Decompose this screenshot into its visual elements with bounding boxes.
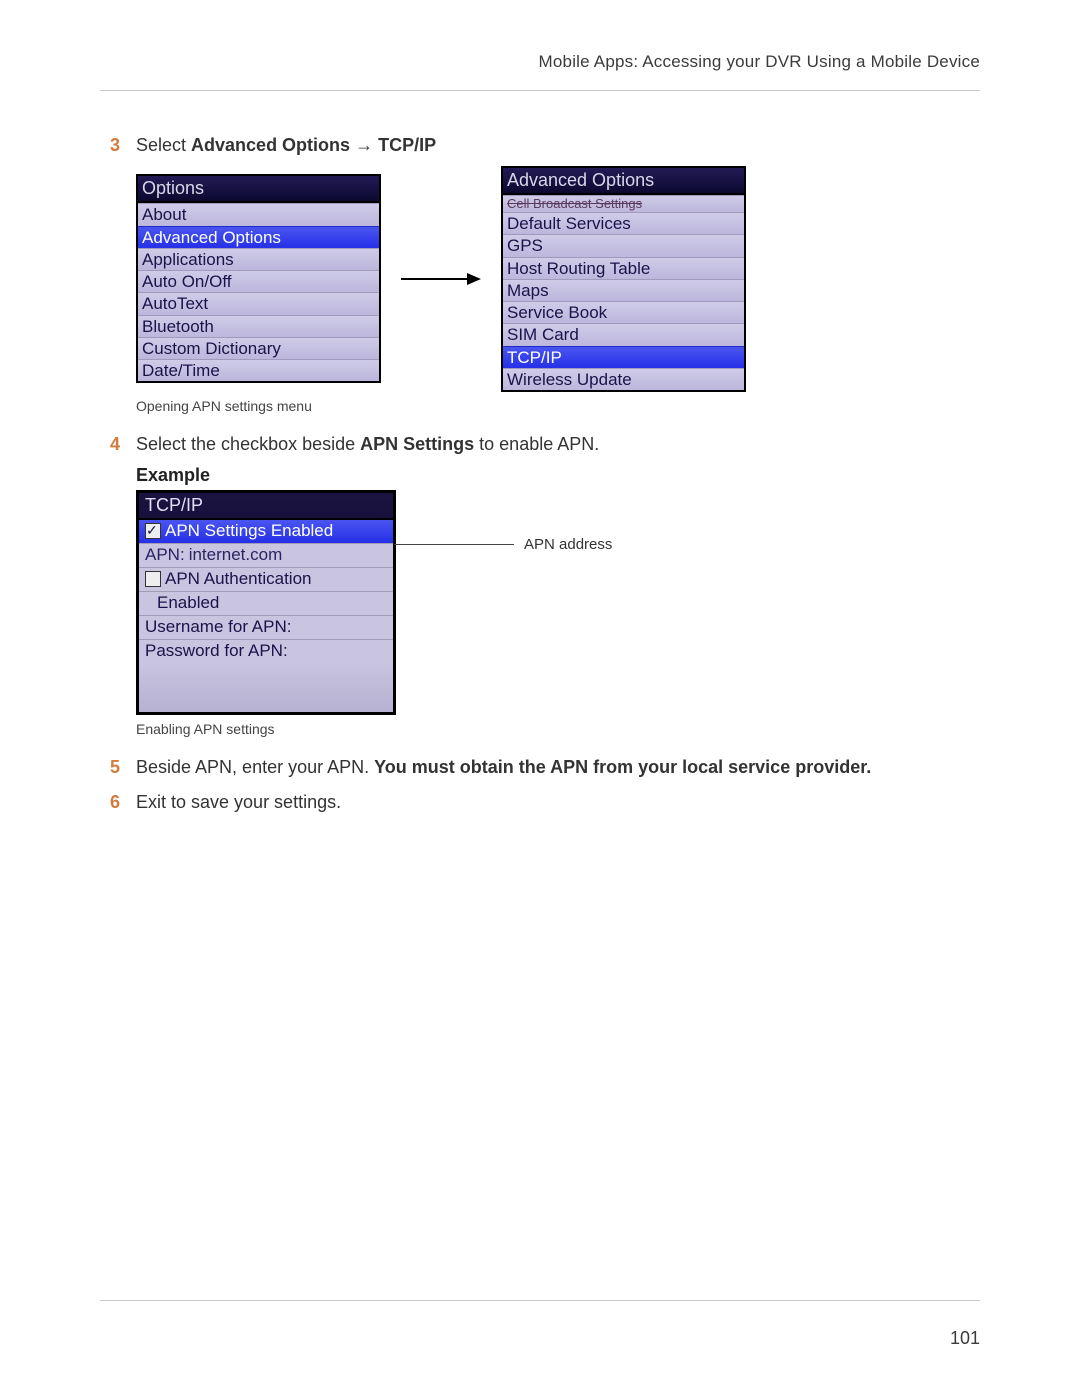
step-4: 4 Select the checkbox beside APN Setting… <box>110 430 980 459</box>
step-4-bold1: APN Settings <box>360 434 474 454</box>
tcpip-title: TCP/IP <box>139 493 393 520</box>
annotation-apn-address: APN address <box>524 536 612 553</box>
adv-item-sim-card: SIM Card <box>503 323 744 345</box>
document-page: Mobile Apps: Accessing your DVR Using a … <box>0 0 1080 1397</box>
step-3: 3 Select Advanced Options → TCP/IP <box>110 131 980 160</box>
step-3-lead: Select <box>136 135 191 155</box>
arrow-icon <box>401 271 481 287</box>
step-6-number: 6 <box>110 788 136 817</box>
adv-item-maps: Maps <box>503 279 744 301</box>
header-rule <box>100 90 980 91</box>
options-title: Options <box>138 176 379 203</box>
page-header-breadcrumb: Mobile Apps: Accessing your DVR Using a … <box>100 52 980 72</box>
adv-item-cell-broadcast: Cell Broadcast Settings <box>503 195 744 212</box>
adv-item-host-routing-table: Host Routing Table <box>503 257 744 279</box>
options-item-custom-dictionary: Custom Dictionary <box>138 337 379 359</box>
options-item-date-time: Date/Time <box>138 359 379 381</box>
advanced-options-title: Advanced Options <box>503 168 744 195</box>
tcpip-apn-auth-label: APN Authentication <box>165 568 311 591</box>
tcpip-empty-area <box>139 662 393 712</box>
tcpip-apn-value: internet.com <box>189 544 283 567</box>
figure-tcpip: TCP/IP APN Settings Enabled APN: interne… <box>136 490 980 738</box>
step-5-text: Beside APN, enter your APN. You must obt… <box>136 753 980 782</box>
options-item-about: About <box>138 203 379 225</box>
options-item-advanced-options: Advanced Options <box>138 226 379 248</box>
phone-screenshot-advanced-options: Advanced Options Cell Broadcast Settings… <box>501 166 746 392</box>
annotation-leader: APN address <box>394 536 612 553</box>
adv-item-tcpip: TCP/IP <box>503 346 744 368</box>
tcpip-password-line: Password for APN: <box>139 639 393 663</box>
adv-item-default-services: Default Services <box>503 212 744 234</box>
page-number: 101 <box>950 1328 980 1349</box>
tcpip-apn-settings-label: APN Settings Enabled <box>165 520 333 543</box>
options-item-autotext: AutoText <box>138 292 379 314</box>
example-heading: Example <box>136 465 980 486</box>
checkbox-checked-icon <box>145 523 161 539</box>
tcpip-apn-line: APN: internet.com <box>139 543 393 567</box>
footer-rule <box>100 1300 980 1301</box>
step-3-bold1: Advanced Options <box>191 135 350 155</box>
checkbox-unchecked-icon <box>145 571 161 587</box>
step-3-bold2: TCP/IP <box>378 135 436 155</box>
adv-item-wireless-update: Wireless Update <box>503 368 744 390</box>
step-4-text: Select the checkbox beside APN Settings … <box>136 430 980 459</box>
step-5-bold1: You must obtain the APN from your local … <box>374 757 871 777</box>
tcpip-apn-label: APN: <box>145 544 185 567</box>
tcpip-apn-auth-line: APN Authentication <box>139 567 393 591</box>
step-4-number: 4 <box>110 430 136 459</box>
adv-item-gps: GPS <box>503 234 744 256</box>
step-3-arrow: → <box>350 135 378 155</box>
phone-screenshot-options: Options About Advanced Options Applicati… <box>136 174 381 383</box>
options-item-bluetooth: Bluetooth <box>138 315 379 337</box>
step-4-lead: Select the checkbox beside <box>136 434 360 454</box>
step-3-text: Select Advanced Options → TCP/IP <box>136 131 980 160</box>
figure-apn-menu: Options About Advanced Options Applicati… <box>136 166 980 414</box>
step-5-lead: Beside APN, enter your APN. <box>136 757 374 777</box>
phone-screenshot-tcpip: TCP/IP APN Settings Enabled APN: interne… <box>136 490 396 716</box>
annotation-line-icon <box>394 544 514 545</box>
adv-item-service-book: Service Book <box>503 301 744 323</box>
figure1-caption: Opening APN settings menu <box>136 398 980 414</box>
step-3-number: 3 <box>110 131 136 160</box>
step-4-trail: to enable APN. <box>474 434 599 454</box>
figure2-caption: Enabling APN settings <box>136 721 980 737</box>
options-item-auto-on-off: Auto On/Off <box>138 270 379 292</box>
tcpip-username-line: Username for APN: <box>139 615 393 639</box>
step-6: 6 Exit to save your settings. <box>110 788 980 817</box>
step-5: 5 Beside APN, enter your APN. You must o… <box>110 753 980 782</box>
step-6-text: Exit to save your settings. <box>136 788 980 817</box>
step-5-number: 5 <box>110 753 136 782</box>
tcpip-apn-auth-enabled: Enabled <box>139 591 393 615</box>
options-item-applications: Applications <box>138 248 379 270</box>
tcpip-apn-settings-enabled: APN Settings Enabled <box>139 520 393 543</box>
